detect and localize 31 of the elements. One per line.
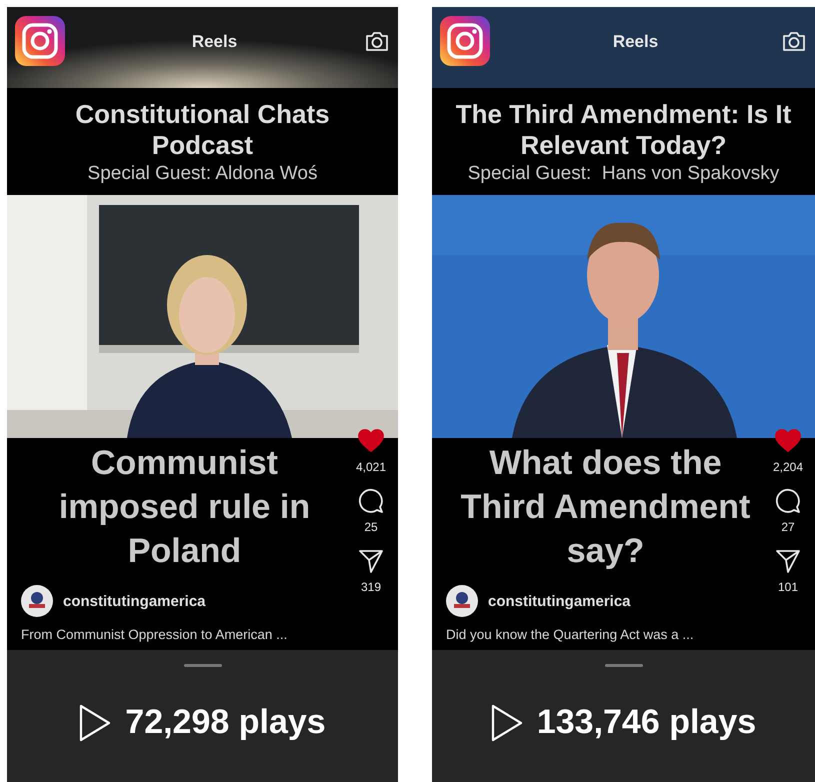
- shares-count: 319: [360, 580, 382, 594]
- video-headline: What does the Third Amendment say?: [460, 443, 752, 572]
- header-title: Reels: [192, 32, 238, 52]
- account-name[interactable]: constitutingamerica: [63, 592, 206, 610]
- likes-count: 4,021: [356, 460, 386, 474]
- video-headline: Communist imposed rule in Poland: [58, 443, 312, 572]
- video-description: From Communist Oppression to American ...: [21, 626, 288, 644]
- video-title: Constitutional Chats Podcast: [74, 98, 331, 160]
- instagram-logo-icon[interactable]: [440, 16, 490, 66]
- video-title: The Third Amendment: Is It Relevant Today?: [456, 98, 792, 160]
- video-description: Did you know the Quartering Act was a ...: [446, 626, 695, 644]
- play-icon: [79, 704, 112, 742]
- comment-icon[interactable]: [358, 488, 384, 514]
- comments-count: 27: [781, 520, 795, 534]
- play-count: 133,746 plays: [536, 703, 756, 742]
- avatar-icon[interactable]: [21, 585, 53, 617]
- header-title: Reels: [612, 32, 658, 52]
- shares-count: 101: [778, 580, 798, 594]
- play-icon: [490, 704, 523, 742]
- avatar-icon[interactable]: [446, 585, 478, 617]
- heart-icon[interactable]: [358, 428, 384, 454]
- likes-count: 2,204: [772, 460, 804, 474]
- play-count: 72,298 plays: [125, 703, 326, 742]
- video-subtitle: Special Guest: Aldona Woś: [88, 162, 318, 184]
- comment-icon[interactable]: [775, 488, 801, 514]
- send-icon[interactable]: [358, 548, 384, 574]
- comments-count: 25: [364, 520, 378, 534]
- video-subtitle: Special Guest: Hans von Spakovsky: [468, 162, 780, 184]
- account-name[interactable]: constitutingamerica: [488, 592, 631, 610]
- send-icon[interactable]: [775, 548, 801, 574]
- instagram-logo-icon[interactable]: [15, 16, 65, 66]
